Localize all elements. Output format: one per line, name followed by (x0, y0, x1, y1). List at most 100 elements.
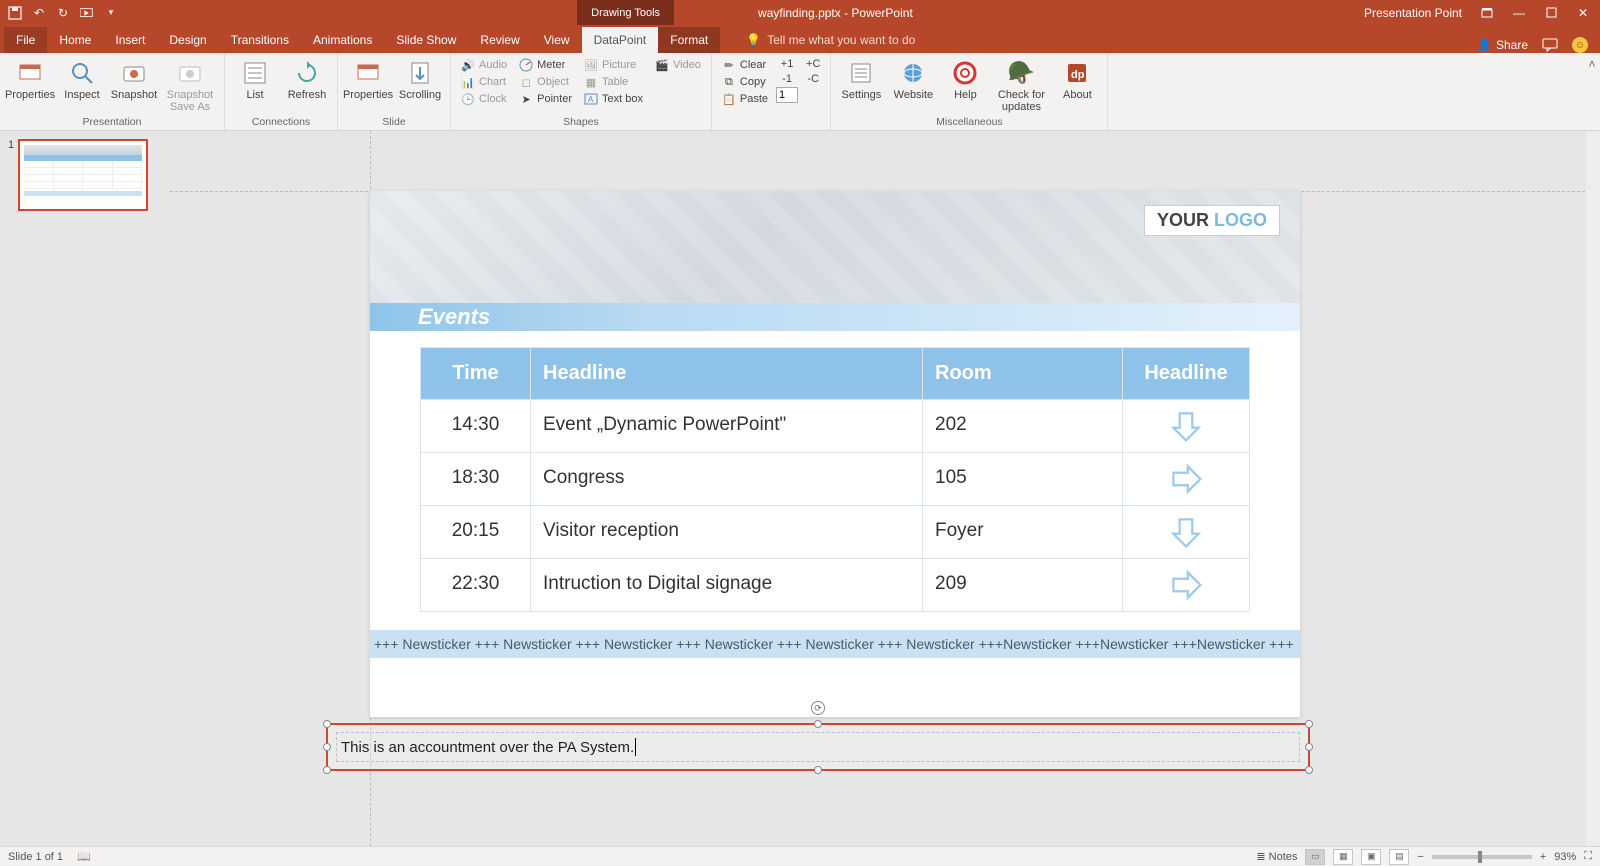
slide-properties-label: Properties (343, 89, 393, 101)
zoom-out-icon[interactable]: − (1417, 851, 1423, 863)
minusc-button[interactable]: -C (803, 72, 823, 86)
slide-sorter-view-icon[interactable]: ▦ (1333, 849, 1353, 865)
undo-icon[interactable]: ↶ (32, 6, 46, 20)
tab-datapoint[interactable]: DataPoint (582, 27, 659, 53)
notes-button[interactable]: ≣ Notes (1256, 850, 1297, 863)
audio-button[interactable]: 🔊Audio (457, 57, 511, 73)
check-updates-button[interactable]: 🪖Check for updates (993, 57, 1049, 113)
help-button[interactable]: Help (941, 57, 989, 101)
zoom-level[interactable]: 93% (1554, 851, 1576, 863)
maximize-icon[interactable] (1544, 6, 1558, 20)
ribbon-display-options-icon[interactable] (1480, 6, 1494, 20)
save-icon[interactable] (8, 6, 22, 20)
plus1-button[interactable]: +1 (777, 57, 798, 71)
share-button[interactable]: 👤Share (1477, 38, 1528, 52)
settings-button[interactable]: Settings (837, 57, 885, 101)
minimize-icon[interactable]: — (1512, 6, 1526, 20)
object-button[interactable]: ◻Object (515, 74, 576, 90)
ribbon-tabs: File Home Insert Design Transitions Anim… (0, 25, 1600, 53)
paste-button[interactable]: 📋Paste (718, 91, 772, 107)
normal-view-icon[interactable]: ▭ (1305, 849, 1325, 865)
meter-button[interactable]: Meter (515, 57, 576, 73)
redo-icon[interactable]: ↻ (56, 6, 70, 20)
resize-handle[interactable] (1305, 743, 1313, 751)
col-room: Room (923, 348, 1123, 399)
snapshot-button[interactable]: Snapshot (110, 57, 158, 101)
slideshow-view-icon[interactable]: ▤ (1389, 849, 1409, 865)
picture-button[interactable]: 🖼Picture (580, 57, 647, 73)
tab-view[interactable]: View (532, 27, 582, 53)
chart-icon: 📊 (461, 75, 475, 89)
tab-slideshow[interactable]: Slide Show (384, 27, 468, 53)
vertical-scrollbar[interactable] (1586, 131, 1600, 846)
selected-textbox[interactable]: ⟳ This is an accountment over the PA Sys… (326, 723, 1310, 771)
zoom-slider[interactable] (1432, 855, 1532, 859)
table-row: 18:30Congress105 (421, 452, 1249, 505)
tab-transitions[interactable]: Transitions (219, 27, 301, 53)
tab-insert[interactable]: Insert (103, 27, 157, 53)
snapshot-saveas-label: Snapshot Save As (162, 89, 218, 113)
collapse-ribbon-icon[interactable]: ˄ (1584, 53, 1600, 130)
fit-to-window-icon[interactable]: ⛶ (1584, 850, 1592, 863)
slide-thumbnail-1[interactable] (18, 139, 148, 211)
slide-canvas[interactable]: YOUR LOGO Events Time Headline Room Head… (170, 131, 1600, 846)
refresh-button[interactable]: Refresh (283, 57, 331, 101)
inspect-button[interactable]: Inspect (58, 57, 106, 101)
cell-room: 209 (923, 559, 1123, 611)
slide-properties-button[interactable]: Properties (344, 57, 392, 101)
clear-button[interactable]: ✏Clear (718, 57, 772, 73)
zoom-in-icon[interactable]: + (1540, 851, 1546, 863)
resize-handle[interactable] (814, 766, 822, 774)
resize-handle[interactable] (814, 720, 822, 728)
slide[interactable]: YOUR LOGO Events Time Headline Room Head… (370, 191, 1300, 717)
minus1-button[interactable]: -1 (778, 72, 796, 86)
group-label-slide: Slide (344, 115, 444, 129)
snapshot-saveas-button[interactable]: Snapshot Save As (162, 57, 218, 113)
group-slide: Properties Scrolling Slide (338, 53, 451, 130)
copy-label: Copy (740, 76, 766, 88)
table-button[interactable]: ▦Table (580, 74, 647, 90)
chart-button[interactable]: 📊Chart (457, 74, 511, 90)
tab-file[interactable]: File (4, 27, 47, 53)
clock-button[interactable]: 🕒Clock (457, 91, 511, 107)
comments-icon[interactable] (1542, 38, 1558, 52)
resize-handle[interactable] (323, 743, 331, 751)
tab-design[interactable]: Design (157, 27, 218, 53)
tab-home[interactable]: Home (47, 27, 103, 53)
titlebar-center: Drawing Tools wayfinding.pptx - PowerPoi… (126, 0, 1364, 25)
properties-button[interactable]: Properties (6, 57, 54, 101)
textbox-content[interactable]: This is an accountment over the PA Syste… (336, 732, 1300, 762)
qat-customize-icon[interactable]: ▾ (104, 6, 118, 20)
close-icon[interactable]: ✕ (1576, 6, 1590, 20)
feedback-smiley-icon[interactable]: ☺ (1572, 37, 1588, 53)
resize-handle[interactable] (1305, 720, 1313, 728)
audio-label: Audio (479, 59, 507, 71)
resize-handle[interactable] (323, 766, 331, 774)
website-button[interactable]: Website (889, 57, 937, 101)
about-button[interactable]: dpAbout (1053, 57, 1101, 101)
tab-review[interactable]: Review (468, 27, 531, 53)
scrolling-button[interactable]: Scrolling (396, 57, 444, 101)
video-button[interactable]: 🎬Video (651, 57, 705, 73)
resize-handle[interactable] (323, 720, 331, 728)
rotation-handle[interactable]: ⟳ (811, 701, 825, 715)
textbox-button[interactable]: AText box (580, 91, 647, 107)
slide-thumbnail-panel: 1 (0, 131, 170, 846)
tab-format[interactable]: Format (658, 27, 720, 53)
group-misc: Settings Website Help 🪖Check for updates… (831, 53, 1108, 130)
cell-time: 14:30 (421, 400, 531, 452)
thumbnail-number: 1 (8, 139, 14, 211)
plusc-button[interactable]: +C (802, 57, 824, 71)
pointer-button[interactable]: ➤Pointer (515, 91, 576, 107)
tell-me-search[interactable]: 💡 Tell me what you want to do (738, 27, 923, 53)
start-from-beginning-icon[interactable] (80, 6, 94, 20)
copy-button[interactable]: ⧉Copy (718, 74, 772, 90)
reading-view-icon[interactable]: ▣ (1361, 849, 1381, 865)
row-index-input[interactable] (776, 87, 798, 103)
help-label: Help (954, 89, 977, 101)
list-button[interactable]: List (231, 57, 279, 101)
spell-check-icon[interactable]: 📖 (77, 850, 91, 863)
resize-handle[interactable] (1305, 766, 1313, 774)
inspect-label: Inspect (64, 89, 99, 101)
tab-animations[interactable]: Animations (301, 27, 384, 53)
